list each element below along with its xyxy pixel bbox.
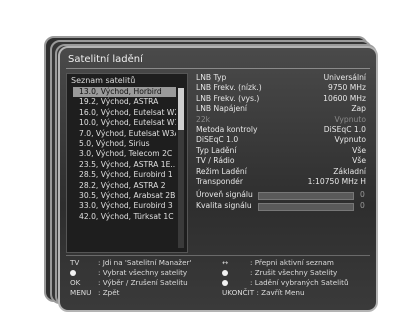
satellite-list-item[interactable]: 23.5, Východ, ASTRA 1E... xyxy=(73,160,176,170)
scroll-thumb[interactable] xyxy=(178,88,184,130)
satellite-list-item[interactable]: 28.5, Východ, Eurobird 1 xyxy=(73,170,176,180)
setting-label: Režim Ladění xyxy=(196,166,247,176)
setting-label: LNB Typ xyxy=(196,73,227,82)
satellite-list-item[interactable]: 3.0, Východ, Telecom 2C xyxy=(73,149,176,159)
satellite-list-item[interactable]: 16.0, Východ, Eutelsat W2 xyxy=(73,108,176,118)
signal-level-row: Úroveň signálu 0 xyxy=(196,190,376,200)
setting-row[interactable]: 22k Vypnuto xyxy=(196,115,366,125)
setting-label: DiSEqC 1.0 xyxy=(196,135,239,145)
satellite-list-scrollbar[interactable] xyxy=(178,88,184,248)
satellite-tuning-window: Satelitní ladění Seznam satelitů 13.0, V… xyxy=(58,46,378,312)
setting-value[interactable]: 10600 MHz xyxy=(323,94,366,104)
satellite-list-item[interactable]: 30.5, Východ, Arabsat 2B xyxy=(73,191,176,201)
help-white1: : Zrušit všechny Satelity xyxy=(222,268,337,278)
satellite-list-item[interactable]: 7.0, Východ, Eutelsat W3A xyxy=(73,129,176,139)
signal-level-label: Úroveň signálu xyxy=(196,190,253,199)
setting-row[interactable]: LNB Typ Universální xyxy=(196,73,366,83)
setting-row[interactable]: DiSEqC 1.0 Vypnuto xyxy=(196,135,366,145)
setting-label: Typ Ladění xyxy=(196,145,237,155)
ok-key-desc: : Výběr / Zrušení Satelitu xyxy=(98,278,188,287)
satellite-list-item[interactable]: 13.0, Východ, Horbird xyxy=(73,87,176,98)
signal-level-bar xyxy=(258,192,354,200)
setting-row[interactable]: Metoda kontroly DiSEqC 1.0 xyxy=(196,125,366,135)
menu-key-desc: : Zpět xyxy=(98,288,120,297)
setting-value[interactable]: Základní xyxy=(333,167,366,177)
help-white2: : Ladění vybraných Satelitů xyxy=(222,278,349,288)
setting-value[interactable]: Universální xyxy=(324,73,366,83)
setting-row[interactable]: TV / Rádio Vše xyxy=(196,156,366,166)
satellite-list-item[interactable]: 5.0, Východ, Sirius xyxy=(73,139,176,149)
left-right-arrow-icon: ↔ xyxy=(222,258,229,267)
window-title: Satelitní ladění xyxy=(68,54,143,65)
setting-value[interactable]: DiSEqC 1.0 xyxy=(324,125,366,135)
help-lr: ↔ : Přepni aktivní seznam xyxy=(222,258,334,268)
setting-label: TV / Rádio xyxy=(196,156,235,166)
menu-key-label: MENU xyxy=(70,288,92,297)
setting-value[interactable]: Vypnuto xyxy=(334,135,366,145)
signal-quality-label: Kvalita signálu xyxy=(196,201,252,210)
satellite-list-item[interactable]: 42.0, Východ, Türksat 1C xyxy=(73,212,176,222)
setting-row[interactable]: Režim Ladění Základní xyxy=(196,167,366,177)
red-button-icon xyxy=(70,270,76,276)
setting-label: LNB Frekv. (vys.) xyxy=(196,93,260,103)
setting-value[interactable]: Vše xyxy=(352,146,366,156)
setting-row[interactable]: Transpondér 1:10750 MHz H xyxy=(196,177,366,187)
signal-quality-row: Kvalita signálu 0 xyxy=(196,201,376,211)
exit-key-label: UKONČIT xyxy=(222,288,255,297)
exit-key-desc: : Zavřít Menu xyxy=(256,288,305,297)
setting-label: LNB Frekv. (nízk.) xyxy=(196,83,262,93)
ok-key-label: OK xyxy=(70,278,81,287)
lr-key-desc: : Přepni aktivní seznam xyxy=(250,258,334,267)
footer-divider xyxy=(66,255,370,256)
white1-key-desc: : Zrušit všechny Satelity xyxy=(250,268,338,277)
satellite-list-panel[interactable]: Seznam satelitů 13.0, Východ, Horbird 19.… xyxy=(66,73,188,253)
lnb-settings-panel[interactable]: LNB Typ Universální LNB Frekv. (nízk.) 9750… xyxy=(196,73,366,187)
setting-row[interactable]: LNB Napájení Zap xyxy=(196,104,366,114)
white2-key-desc: : Ladění vybraných Satelitů xyxy=(250,278,349,287)
setting-row[interactable]: LNB Frekv. (vys.) 10600 MHz xyxy=(196,94,366,104)
signal-quality-value: 0 xyxy=(360,201,365,210)
setting-label: 22k xyxy=(196,114,211,124)
red-key-desc: : Vybrat všechny satelity xyxy=(98,268,188,277)
setting-label: Metoda kontroly xyxy=(196,124,258,134)
help-red: : Vybrat všechny satelity xyxy=(70,268,187,278)
satellite-list-item[interactable]: 10.0, Východ, Eutelsat W1 xyxy=(73,118,176,128)
help-ok: OK : Výběr / Zrušení Satelitu xyxy=(70,278,188,288)
setting-value[interactable]: Zap xyxy=(351,104,366,114)
help-tv: TV : Jdi na 'Satelitní Manažer' xyxy=(70,258,191,268)
signal-level-value: 0 xyxy=(360,190,365,199)
help-exit: UKONČIT : Zavřít Menu xyxy=(222,288,305,298)
setting-label: LNB Napájení xyxy=(196,104,248,114)
setting-row[interactable]: LNB Frekv. (nízk.) 9750 MHz xyxy=(196,83,366,93)
setting-value[interactable]: Vše xyxy=(352,156,366,166)
signal-quality-bar xyxy=(258,203,354,211)
satellite-list[interactable]: 13.0, Východ, Horbird 19.2, Východ, ASTRA… xyxy=(73,87,176,222)
satellite-list-item[interactable]: 19.2, Východ, ASTRA xyxy=(73,97,176,107)
tv-key-desc: : Jdi na 'Satelitní Manažer' xyxy=(98,258,192,267)
white-button-icon xyxy=(222,270,228,276)
white-button-icon-2 xyxy=(222,280,228,286)
setting-value[interactable]: 9750 MHz xyxy=(328,83,366,93)
satellite-list-item[interactable]: 28.2, Východ, ASTRA 2 xyxy=(73,181,176,191)
satellite-list-header: Seznam satelitů xyxy=(71,76,136,85)
help-menu: MENU : Zpět xyxy=(70,288,119,298)
setting-value[interactable]: 1:10750 MHz H xyxy=(308,177,366,187)
title-divider xyxy=(66,68,370,69)
setting-value[interactable]: Vypnuto xyxy=(334,115,366,125)
setting-row[interactable]: Typ Ladění Vše xyxy=(196,146,366,156)
tv-key-label: TV xyxy=(70,258,80,267)
setting-label: Transpondér xyxy=(196,176,243,186)
satellite-list-item[interactable]: 33.0, Východ, Eurobird 3 xyxy=(73,201,176,211)
